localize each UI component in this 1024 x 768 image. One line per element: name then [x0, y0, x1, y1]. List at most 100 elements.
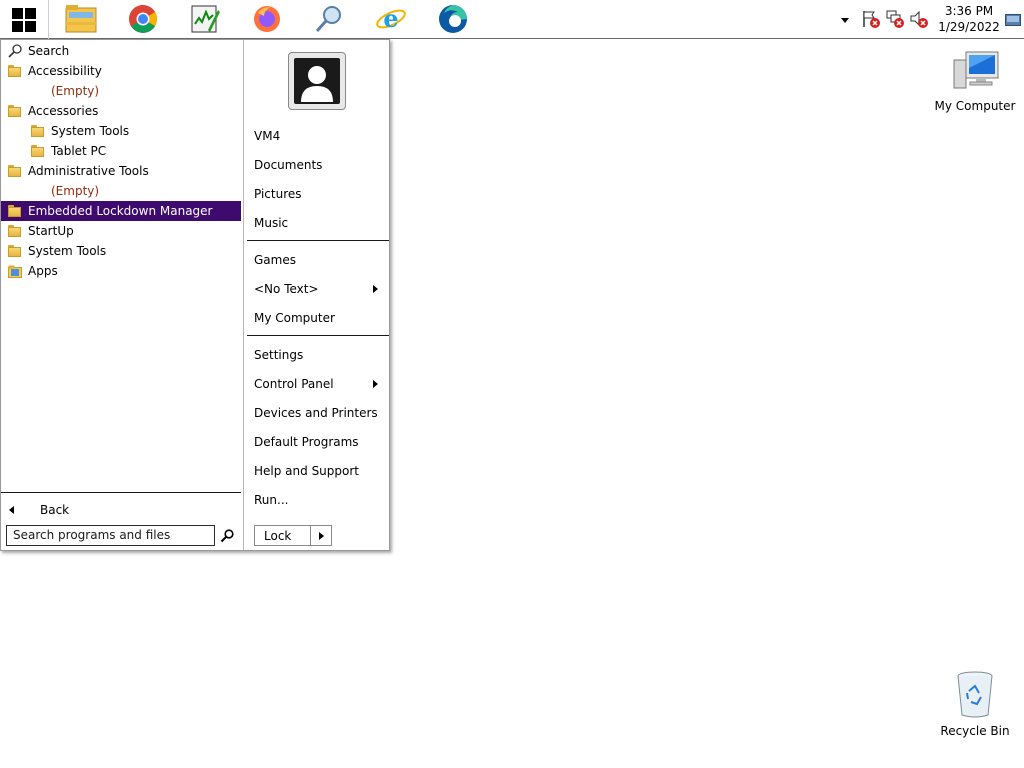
control-panel-label: Control Panel [254, 377, 334, 391]
search-placeholder: Search programs and files [13, 528, 171, 542]
program-search[interactable]: Search [1, 41, 241, 61]
computer-icon [953, 51, 999, 89]
folder-icon [8, 205, 21, 217]
program-empty: (Empty) [1, 81, 241, 101]
lock-button[interactable]: Lock [254, 525, 332, 546]
program-label: System Tools [28, 244, 107, 258]
divider [1, 492, 241, 493]
start-menu: Search Accessibility (Empty) Accessories… [0, 39, 390, 551]
documents-item[interactable]: Documents [254, 155, 386, 175]
program-label: StartUp [28, 224, 74, 238]
firefox-icon[interactable] [250, 2, 284, 36]
run-label: Run... [254, 493, 289, 507]
program-empty: (Empty) [1, 181, 241, 201]
places-pane: VM4 Documents Pictures Music Games <No T… [245, 40, 389, 550]
folder-icon [8, 225, 21, 237]
documents-label: Documents [254, 158, 323, 172]
lock-label: Lock [264, 528, 292, 543]
user-avatar[interactable] [288, 52, 346, 110]
file-explorer-icon[interactable] [64, 2, 98, 36]
program-embedded-lockdown-manager[interactable]: Embedded Lockdown Manager [1, 201, 241, 221]
start-button[interactable] [0, 0, 49, 39]
clock[interactable]: 3:36 PM 1/29/2022 [936, 3, 1002, 35]
recycle-bin-icon [957, 671, 993, 718]
desktop-icon-label: My Computer [934, 99, 1016, 113]
program-accessibility[interactable]: Accessibility [1, 61, 241, 81]
internet-explorer-icon[interactable]: e [374, 2, 408, 36]
search-icon[interactable] [220, 529, 234, 543]
program-accessories-system-tools[interactable]: System Tools [1, 121, 241, 141]
program-label: Accessories [28, 104, 99, 118]
windows-logo-icon [12, 7, 36, 32]
user-icon [294, 58, 340, 104]
no-text-item[interactable]: <No Text> [254, 279, 386, 299]
desktop-recycle-bin[interactable]: Recycle Bin [930, 671, 1020, 738]
folder-icon [31, 145, 44, 157]
games-item[interactable]: Games [254, 250, 386, 270]
divider [247, 240, 389, 241]
taskbar: e 3:36 PM 1/29/2022 [0, 0, 1024, 39]
program-administrative-tools[interactable]: Administrative Tools [1, 161, 241, 181]
user-name: VM4 [254, 129, 281, 143]
lock-options-button[interactable] [310, 526, 331, 545]
back-arrow-icon [9, 506, 14, 514]
program-label: Embedded Lockdown Manager [28, 204, 213, 218]
folder-icon [31, 125, 44, 137]
pictures-item[interactable]: Pictures [254, 184, 386, 204]
user-name-item[interactable]: VM4 [254, 126, 386, 146]
default-programs-item[interactable]: Default Programs [254, 432, 386, 452]
help-and-support-item[interactable]: Help and Support [254, 461, 386, 481]
submenu-arrow-icon [373, 285, 378, 293]
show-desktop-button[interactable] [1005, 14, 1021, 26]
program-accessories[interactable]: Accessories [1, 101, 241, 121]
my-computer-item[interactable]: My Computer [254, 308, 386, 328]
back-button[interactable]: Back [1, 500, 241, 520]
games-label: Games [254, 253, 296, 267]
program-tablet-pc[interactable]: Tablet PC [1, 141, 241, 161]
no-text-label: <No Text> [254, 282, 319, 296]
network-icon[interactable] [885, 9, 905, 29]
folder-icon [8, 65, 21, 77]
devices-and-printers-item[interactable]: Devices and Printers [254, 403, 386, 423]
settings-item[interactable]: Settings [254, 345, 386, 365]
music-label: Music [254, 216, 289, 230]
search-programs-input[interactable]: Search programs and files [6, 525, 215, 546]
program-label: Accessibility [28, 64, 102, 78]
divider [247, 335, 389, 336]
volume-icon[interactable] [909, 9, 929, 29]
program-label: Apps [28, 264, 58, 278]
show-hidden-icons-button[interactable] [840, 14, 850, 28]
submenu-arrow-icon [373, 380, 378, 388]
pictures-label: Pictures [254, 187, 302, 201]
svg-text:e: e [383, 4, 398, 33]
folder-icon [8, 245, 21, 257]
program-label: System Tools [51, 124, 130, 138]
clock-time: 3:36 PM [944, 4, 994, 18]
back-label: Back [40, 503, 70, 517]
program-label: Administrative Tools [28, 164, 149, 178]
help-and-support-label: Help and Support [254, 464, 359, 478]
control-panel-item[interactable]: Control Panel [254, 374, 386, 394]
program-label: Tablet PC [51, 144, 107, 158]
action-center-icon[interactable] [861, 9, 881, 29]
desktop-my-computer[interactable]: My Computer [930, 48, 1020, 113]
run-item[interactable]: Run... [254, 490, 386, 510]
edge-icon[interactable] [436, 2, 470, 36]
empty-label: (Empty) [51, 184, 100, 198]
program-system-tools[interactable]: System Tools [1, 241, 241, 261]
clock-date: 1/29/2022 [938, 20, 1000, 34]
search-icon[interactable] [312, 2, 346, 36]
default-programs-label: Default Programs [254, 435, 359, 449]
task-manager-icon[interactable] [188, 2, 222, 36]
program-apps[interactable]: Apps [1, 261, 241, 281]
program-label: Search [28, 44, 70, 58]
my-computer-label: My Computer [254, 311, 335, 325]
search-icon [8, 44, 22, 58]
folder-icon [8, 105, 21, 117]
apps-icon [8, 265, 22, 278]
chrome-icon[interactable] [126, 2, 160, 36]
program-startup[interactable]: StartUp [1, 221, 241, 241]
empty-label: (Empty) [51, 84, 100, 98]
settings-label: Settings [254, 348, 304, 362]
music-item[interactable]: Music [254, 213, 386, 233]
